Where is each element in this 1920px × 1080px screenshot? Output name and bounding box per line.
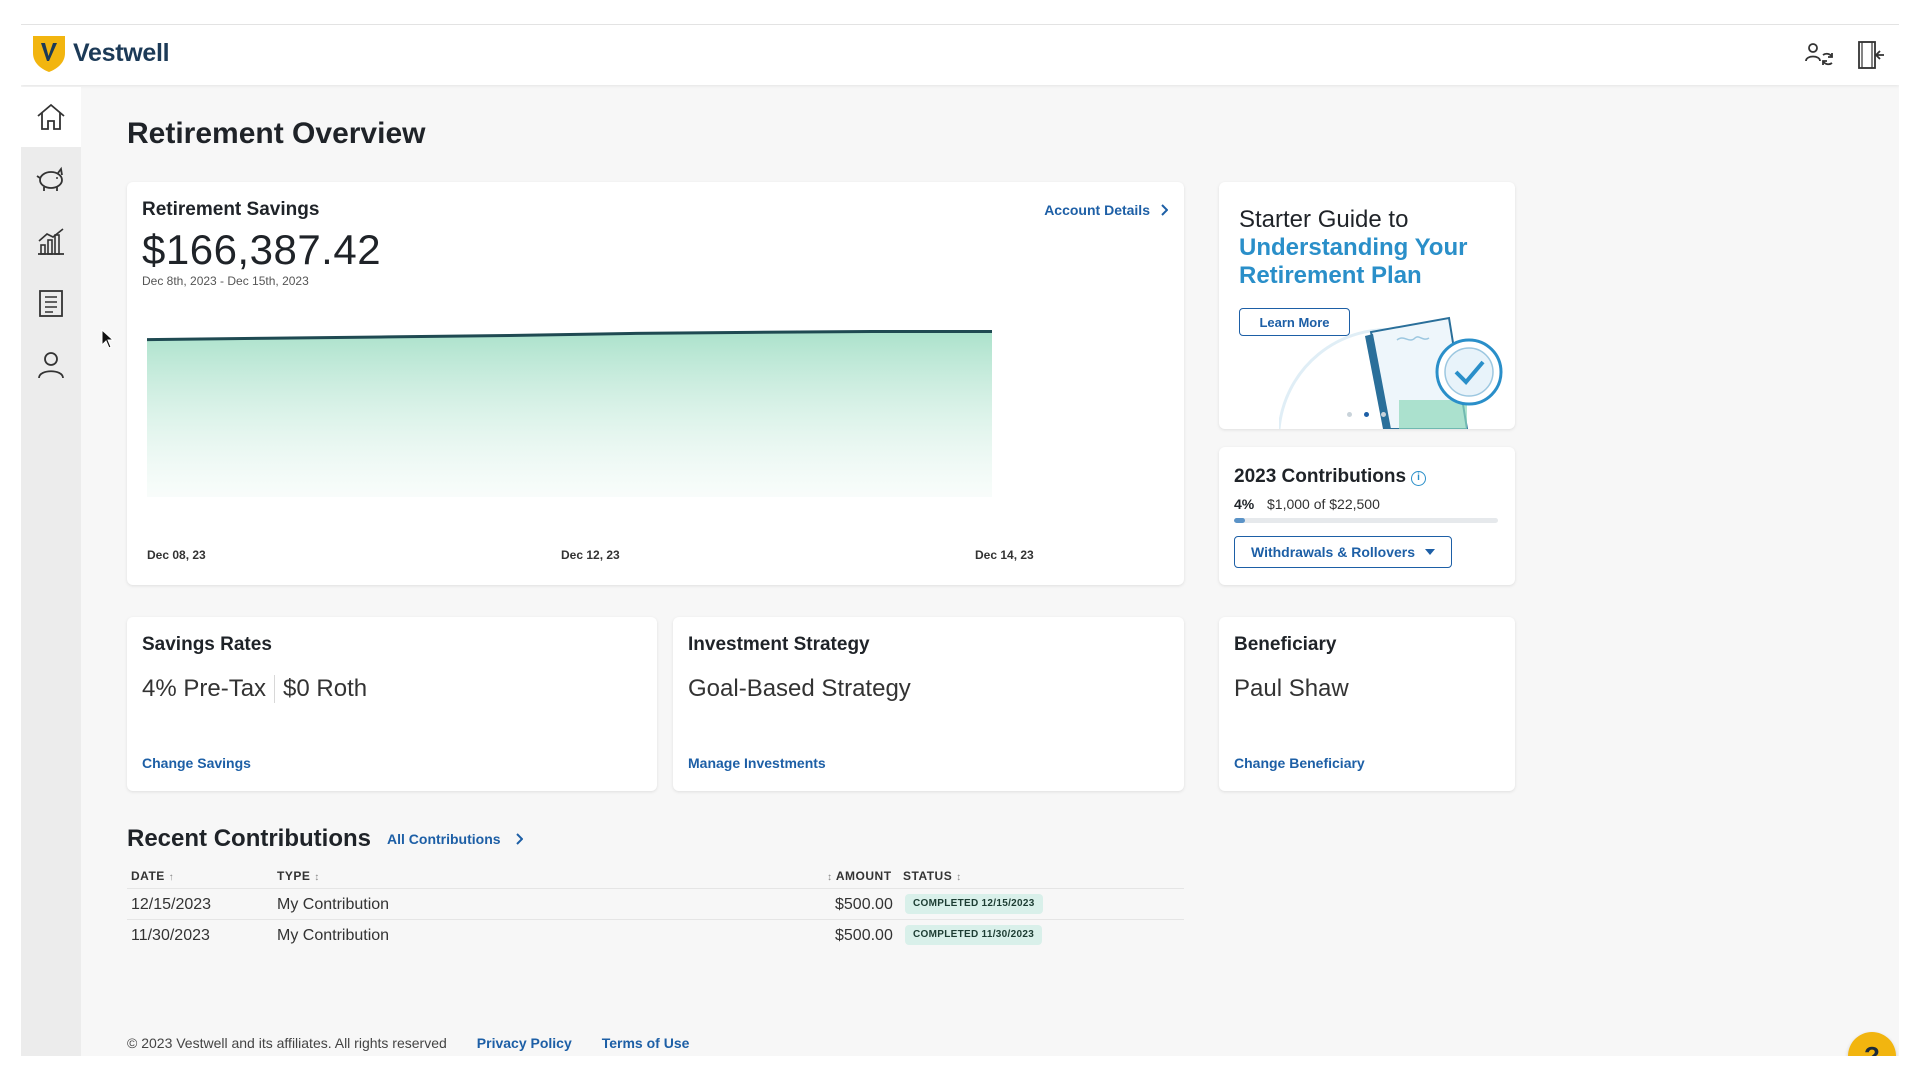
logo-wordmark: Vestwell (73, 38, 170, 67)
table-row: 11/30/2023 My Contribution $500.00 COMPL… (127, 919, 1184, 950)
sidebar-nav (21, 87, 81, 1056)
change-beneficiary-link[interactable]: Change Beneficiary (1234, 755, 1365, 771)
vestwell-logo[interactable]: Vestwell (31, 33, 170, 73)
roth-rate: $0 Roth (283, 675, 368, 702)
logout-icon[interactable] (1855, 39, 1887, 71)
column-header-amount[interactable]: ↕ AMOUNT (827, 869, 892, 883)
table-row: 12/15/2023 My Contribution $500.00 COMPL… (127, 888, 1184, 919)
contributions-amount: $1,000 of $22,500 (1267, 496, 1380, 512)
promo-heading-highlight: Understanding Your Retirement Plan (1239, 234, 1468, 289)
row-amount: $500.00 (835, 896, 893, 913)
caret-down-icon (1425, 549, 1436, 555)
sidebar-item-home[interactable] (21, 87, 81, 147)
retirement-savings-card: Retirement Savings Account Details $166,… (127, 182, 1184, 585)
copyright-text: © 2023 Vestwell and its affiliates. All … (127, 1035, 447, 1051)
x-tick-label: Dec 12, 23 (561, 548, 620, 562)
change-savings-link[interactable]: Change Savings (142, 755, 251, 771)
savings-chart (147, 330, 993, 497)
investment-strategy-title: Investment Strategy (688, 634, 870, 655)
account-details-label: Account Details (1044, 202, 1150, 218)
beneficiary-name: Paul Shaw (1234, 675, 1349, 702)
status-badge: COMPLETED 12/15/2023 (905, 894, 1043, 914)
sidebar-item-profile[interactable] (21, 335, 81, 395)
sort-icon: ↕ (314, 872, 320, 883)
header: Vestwell (21, 25, 1899, 85)
chart-icon (38, 228, 64, 255)
starter-guide-card: Starter Guide to Understanding Your Reti… (1219, 182, 1515, 429)
carousel-dot[interactable] (1347, 412, 1352, 417)
row-type: My Contribution (277, 927, 390, 944)
row-type: My Contribution (277, 896, 390, 913)
all-contributions-label: All Contributions (387, 831, 501, 847)
app-window: Vestwell Retirement Overview Retirement … (21, 24, 1899, 1056)
recent-contributions-title: Recent Contributions (127, 825, 371, 852)
terms-of-use-link[interactable]: Terms of Use (602, 1035, 690, 1051)
sidebar-item-performance[interactable] (21, 211, 81, 271)
sort-icon: ↕ (827, 872, 833, 883)
savings-rates-value: 4% Pre-Tax $0 Roth (142, 675, 367, 703)
carousel-dot-active[interactable] (1364, 412, 1369, 417)
column-header-type[interactable]: TYPE ↕ (277, 869, 320, 883)
contributions-progress-bar (1234, 518, 1498, 523)
all-contributions-link[interactable]: All Contributions (387, 831, 523, 847)
savings-rates-card: Savings Rates 4% Pre-Tax $0 Roth Change … (127, 617, 657, 791)
footer: © 2023 Vestwell and its affiliates. All … (127, 1035, 689, 1051)
mouse-cursor-icon (101, 329, 115, 349)
investment-strategy-card: Investment Strategy Goal-Based Strategy … (673, 617, 1184, 791)
page-title: Retirement Overview (127, 117, 426, 150)
row-amount: $500.00 (835, 927, 893, 944)
contributions-progress-fill (1234, 518, 1245, 523)
chart-area (147, 331, 992, 497)
withdrawals-rollovers-dropdown[interactable]: Withdrawals & Rollovers (1234, 536, 1452, 568)
savings-card-title: Retirement Savings (142, 199, 320, 220)
sort-icon: ↕ (956, 872, 962, 883)
row-date: 12/15/2023 (131, 896, 212, 913)
savings-date-range: Dec 8th, 2023 - Dec 15th, 2023 (142, 274, 309, 288)
sidebar-item-savings[interactable] (21, 149, 81, 209)
pretax-rate: 4% Pre-Tax (142, 675, 267, 702)
savings-amount: $166,387.42 (142, 226, 382, 273)
person-icon (38, 352, 64, 379)
document-icon (39, 290, 63, 317)
contributions-title: 2023 Contributions (1234, 466, 1407, 487)
withdrawals-rollovers-label: Withdrawals & Rollovers (1250, 544, 1416, 560)
sidebar-item-documents[interactable] (21, 273, 81, 333)
date-header-label: DATE (131, 869, 165, 883)
privacy-policy-link[interactable]: Privacy Policy (477, 1035, 572, 1051)
home-icon (37, 103, 65, 130)
status-header-label: STATUS (903, 869, 953, 883)
switch-account-icon[interactable] (1803, 39, 1835, 71)
manage-investments-link[interactable]: Manage Investments (688, 755, 826, 771)
x-tick-label: Dec 14, 23 (975, 548, 1034, 562)
column-header-status[interactable]: STATUS ↕ (903, 869, 962, 883)
logo-shield-icon (33, 36, 65, 72)
divider (274, 675, 276, 703)
beneficiary-title: Beneficiary (1234, 634, 1337, 655)
beneficiary-card: Beneficiary Paul Shaw Change Beneficiary (1219, 617, 1515, 791)
piggy-bank-icon (36, 166, 63, 191)
account-details-link[interactable]: Account Details (1044, 202, 1168, 218)
chevron-right-icon (515, 833, 523, 845)
savings-rates-title: Savings Rates (142, 634, 272, 655)
contributions-card: 2023 Contributions i 4% $1,000 of $22,50… (1219, 447, 1515, 585)
status-badge: COMPLETED 11/30/2023 (905, 925, 1043, 945)
x-tick-label: Dec 08, 23 (147, 548, 206, 562)
type-header-label: TYPE (277, 869, 311, 883)
column-header-date[interactable]: DATE ↑ (131, 869, 174, 883)
promo-heading: Starter Guide to (1239, 206, 1409, 233)
investment-strategy-value: Goal-Based Strategy (688, 675, 911, 702)
chevron-right-icon (1161, 204, 1168, 216)
guide-illustration-icon (1279, 316, 1503, 429)
help-button[interactable]: ? (1848, 1032, 1896, 1056)
sort-asc-icon: ↑ (168, 872, 175, 883)
amount-header-label: AMOUNT (835, 869, 892, 883)
contributions-percent: 4% (1234, 496, 1255, 512)
row-date: 11/30/2023 (131, 927, 210, 944)
info-icon[interactable]: i (1411, 471, 1426, 486)
carousel-dot[interactable] (1381, 412, 1386, 417)
